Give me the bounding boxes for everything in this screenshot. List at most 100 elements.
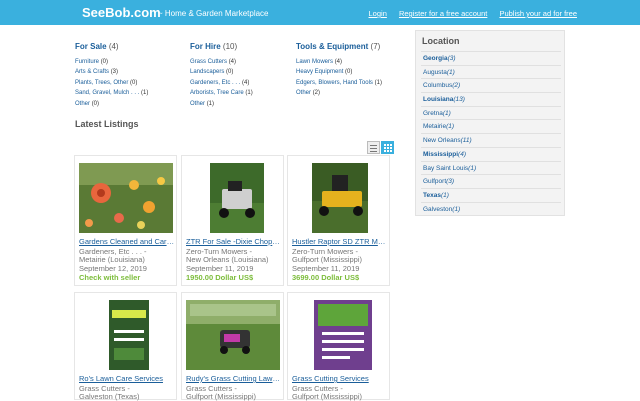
listing-title-link[interactable]: Grass Cutting Services xyxy=(292,374,388,383)
login-link[interactable]: Login xyxy=(369,9,387,18)
subcategory-count: (4) xyxy=(334,59,343,65)
location-link[interactable]: New Orleans(11) xyxy=(423,137,472,144)
subcategory-count: (0) xyxy=(226,69,234,76)
listing-title-link[interactable]: Gardens Cleaned and Cared For xyxy=(79,237,175,246)
subcategory-count: (1) xyxy=(374,79,382,86)
location-count: (1) xyxy=(452,205,461,213)
subcategory-count: (0) xyxy=(345,69,353,76)
location-link[interactable]: Gretna(1) xyxy=(423,110,451,117)
location-city-row[interactable]: Metairie(1) xyxy=(421,119,561,133)
subcategory-link[interactable]: Gardeners, Etc . . . xyxy=(190,80,240,86)
location-city-row[interactable]: Gretna(1) xyxy=(421,105,561,120)
list-icon xyxy=(370,148,377,149)
listing-photo-mower[interactable] xyxy=(186,163,280,233)
listing-photo-lawn[interactable] xyxy=(186,300,280,370)
subcategory-link[interactable]: Furniture xyxy=(75,59,99,65)
location-city-row[interactable]: Galveston(1) xyxy=(421,201,561,216)
location-state-row[interactable]: Texas(1) xyxy=(421,187,561,202)
subcategory-link[interactable]: Landscapers xyxy=(190,69,224,75)
listing-location: Metairie (Louisiana) xyxy=(79,255,145,264)
listing-title-link[interactable]: Ro's Lawn Care Services xyxy=(79,374,175,383)
list-view-button[interactable] xyxy=(367,141,380,154)
listing-date: September 11, 2019 xyxy=(186,264,254,273)
subcategory-count: (2) xyxy=(312,90,321,97)
subcategory-link[interactable]: Grass Cutters xyxy=(190,59,227,65)
listing-card[interactable]: Hustler Raptor SD ZTR Mower Zero-Turn Mo… xyxy=(287,155,390,286)
location-count: (1) xyxy=(446,123,455,131)
subcategory-count: (1) xyxy=(206,100,215,107)
register-link[interactable]: Register for a free account xyxy=(399,9,487,18)
subcategory-count: (4) xyxy=(228,59,237,65)
subcategory-link[interactable]: Edgers, Blowers, Hand Tools xyxy=(296,80,373,86)
listing-card[interactable]: ZTR For Sale -Dixie Chopper Zero-Turn Mo… xyxy=(181,155,284,286)
category-for-hire: For Hire (10) Grass Cutters (4) Landscap… xyxy=(190,42,305,109)
listing-title-link[interactable]: ZTR For Sale -Dixie Chopper xyxy=(186,237,282,246)
location-state-row[interactable]: Louisiana(13) xyxy=(421,92,561,106)
subcategory-count: (4) xyxy=(242,79,250,86)
site-tagline: ~ Home & Garden Marketplace xyxy=(158,9,269,18)
location-city-row[interactable]: New Orleans(11) xyxy=(421,133,561,147)
listing-title-link[interactable]: Rudy's Grass Cutting Lawn Service xyxy=(186,374,282,383)
listing-price: 3699.00 Dollar US$ xyxy=(292,273,360,282)
location-count: (3) xyxy=(446,178,455,186)
category-count: (4) xyxy=(108,42,119,51)
latest-listings-heading: Latest Listings xyxy=(75,119,139,129)
listing-photo-flyer[interactable] xyxy=(79,300,173,370)
listing-card[interactable]: Rudy's Grass Cutting Lawn Service Grass … xyxy=(181,292,284,401)
category-title[interactable]: Tools & Equipment xyxy=(296,42,368,51)
listing-title-link[interactable]: Hustler Raptor SD ZTR Mower xyxy=(292,237,388,246)
location-city-row[interactable]: Augusta(1) xyxy=(421,64,561,79)
subcategory-count: (0) xyxy=(130,79,138,86)
account-links: Login Register for a free account Publis… xyxy=(359,9,577,18)
list-icon xyxy=(370,145,377,146)
listing-photo-flowers[interactable] xyxy=(79,163,173,233)
location-state-row[interactable]: Georgia(3) xyxy=(421,51,561,65)
category-title[interactable]: For Sale xyxy=(75,42,107,51)
location-link[interactable]: Augusta(1) xyxy=(423,69,455,76)
site-logo[interactable]: SeeBob.com xyxy=(82,5,161,20)
location-state-row[interactable]: Mississippi(4) xyxy=(421,146,561,161)
subcategory-link[interactable]: Plants, Trees, Other xyxy=(75,80,128,86)
location-link[interactable]: Louisiana(13) xyxy=(423,96,465,103)
subcategory-link[interactable]: Other xyxy=(190,101,205,107)
location-link[interactable]: Metairie(1) xyxy=(423,123,454,130)
subcategory-link[interactable]: Heavy Equipment xyxy=(296,69,343,75)
category-title[interactable]: For Hire xyxy=(190,42,221,51)
listing-card[interactable]: Grass Cutting Services Grass Cutters - G… xyxy=(287,292,390,401)
subcategory-link[interactable]: Arts & Crafts xyxy=(75,69,109,75)
location-count: (4) xyxy=(458,150,466,158)
location-link[interactable]: Bay Saint Louis(1) xyxy=(423,165,476,172)
subcategory-link[interactable]: Other xyxy=(75,101,90,107)
location-link[interactable]: Mississippi(4) xyxy=(423,151,466,158)
location-count: (1) xyxy=(446,68,455,76)
publish-ad-link[interactable]: Publish your ad for free xyxy=(499,9,577,18)
subcategory-link[interactable]: Sand, Gravel, Mulch . . . xyxy=(75,90,139,96)
location-sidebar: Location Georgia(3) Augusta(1) Columbus(2)… xyxy=(415,30,565,216)
subcategory-link[interactable]: Arborists, Tree Care xyxy=(190,90,244,96)
subcategory-link[interactable]: Other xyxy=(296,90,311,96)
location-city-row[interactable]: Gulfport(3) xyxy=(421,174,561,188)
location-count: (3) xyxy=(447,55,456,62)
location-city-row[interactable]: Bay Saint Louis(1) xyxy=(421,160,561,175)
location-link[interactable]: Columbus(2) xyxy=(423,82,460,89)
grid-view-button[interactable] xyxy=(381,141,394,154)
listing-date: September 11, 2019 xyxy=(292,264,360,273)
listing-price: Check with seller xyxy=(79,273,141,282)
listing-photo-flyer[interactable] xyxy=(292,300,386,370)
category-count: (7) xyxy=(370,42,381,51)
location-link[interactable]: Galveston(1) xyxy=(423,206,460,213)
location-city-row[interactable]: Columbus(2) xyxy=(421,78,561,92)
subcategory-link[interactable]: Lawn Mowers xyxy=(296,59,333,65)
top-bar: SeeBob.com ~ Home & Garden Marketplace L… xyxy=(0,0,640,25)
location-link[interactable]: Gulfport(3) xyxy=(423,178,454,185)
subcategory-count: (1) xyxy=(141,90,149,97)
location-link[interactable]: Texas(1) xyxy=(423,192,449,199)
location-link[interactable]: Georgia(3) xyxy=(423,55,456,62)
listing-card[interactable]: Gardens Cleaned and Cared For Gardeners,… xyxy=(74,155,177,286)
listing-card[interactable]: Ro's Lawn Care Services Grass Cutters - … xyxy=(74,292,177,401)
subcategory-count: (0) xyxy=(91,100,100,107)
location-list: Georgia(3) Augusta(1) Columbus(2) Louisiana… xyxy=(421,51,561,215)
listing-photo-mower[interactable] xyxy=(292,163,386,233)
subcategory-count: (3) xyxy=(110,69,119,76)
listing-location: Gulfport (Mississippi) xyxy=(292,255,363,264)
